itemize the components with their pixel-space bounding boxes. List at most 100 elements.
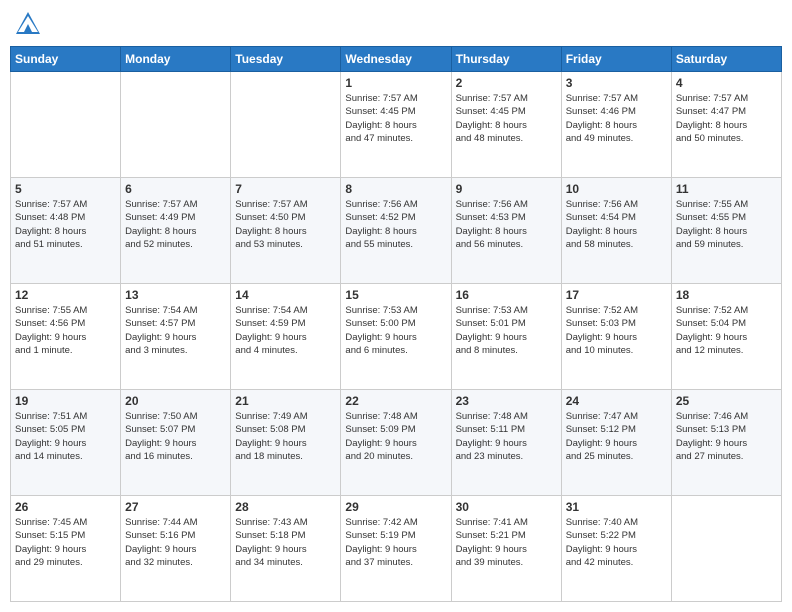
calendar-cell: 10 Sunrise: 7:56 AM Sunset: 4:54 PM Dayli… xyxy=(561,178,671,284)
logo-icon xyxy=(14,10,42,38)
day-info: Sunrise: 7:42 AM Sunset: 5:19 PM Dayligh… xyxy=(345,516,446,569)
calendar-cell: 19Sunrise: 7:51 AM Sunset: 5:05 PM Dayli… xyxy=(11,390,121,496)
calendar-week-row: 12 Sunrise: 7:55 AM Sunset: 4:56 PM Dayli… xyxy=(11,284,782,390)
day-info: Sunrise: 7:40 AM Sunset: 5:22 PM Dayligh… xyxy=(566,516,667,569)
calendar-cell xyxy=(671,496,781,602)
calendar-cell: 9Sunrise: 7:56 AM Sunset: 4:53 PM Daylig… xyxy=(451,178,561,284)
calendar-cell: 15 Sunrise: 7:53 AM Sunset: 5:00 PM Dayli… xyxy=(341,284,451,390)
header xyxy=(10,10,782,38)
day-number: 20 xyxy=(125,394,226,408)
day-info: Sunrise: 7:56 AM Sunset: 4:53 PM Dayligh… xyxy=(456,198,557,251)
day-number: 25 xyxy=(676,394,777,408)
day-info: Sunrise: 7:57 AM Sunset: 4:45 PM Dayligh… xyxy=(345,92,446,145)
calendar-week-row: 26 Sunrise: 7:45 AM Sunset: 5:15 PM Dayli… xyxy=(11,496,782,602)
day-info: Sunrise: 7:56 AM Sunset: 4:54 PM Dayligh… xyxy=(566,198,667,251)
day-number: 17 xyxy=(566,288,667,302)
calendar-cell: 16 Sunrise: 7:53 AM Sunset: 5:01 PM Dayli… xyxy=(451,284,561,390)
day-info: Sunrise: 7:44 AM Sunset: 5:16 PM Dayligh… xyxy=(125,516,226,569)
day-info: Sunrise: 7:46 AM Sunset: 5:13 PM Dayligh… xyxy=(676,410,777,463)
day-info: Sunrise: 7:48 AM Sunset: 5:11 PM Dayligh… xyxy=(456,410,557,463)
calendar-cell: 20 Sunrise: 7:50 AM Sunset: 5:07 PM Dayli… xyxy=(121,390,231,496)
day-info: Sunrise: 7:48 AM Sunset: 5:09 PM Dayligh… xyxy=(345,410,446,463)
day-number: 6 xyxy=(125,182,226,196)
day-info: Sunrise: 7:45 AM Sunset: 5:15 PM Dayligh… xyxy=(15,516,116,569)
day-info: Sunrise: 7:57 AM Sunset: 4:49 PM Dayligh… xyxy=(125,198,226,251)
calendar-cell: 13 Sunrise: 7:54 AM Sunset: 4:57 PM Dayli… xyxy=(121,284,231,390)
day-number: 26 xyxy=(15,500,116,514)
day-number: 22 xyxy=(345,394,446,408)
day-number: 10 xyxy=(566,182,667,196)
day-number: 5 xyxy=(15,182,116,196)
day-number: 1 xyxy=(345,76,446,90)
calendar-week-row: 1 Sunrise: 7:57 AM Sunset: 4:45 PM Daylig… xyxy=(11,72,782,178)
calendar-cell: 30 Sunrise: 7:41 AM Sunset: 5:21 PM Dayli… xyxy=(451,496,561,602)
calendar-cell: 22 Sunrise: 7:48 AM Sunset: 5:09 PM Dayli… xyxy=(341,390,451,496)
day-number: 23 xyxy=(456,394,557,408)
logo xyxy=(14,10,46,38)
calendar-cell: 27 Sunrise: 7:44 AM Sunset: 5:16 PM Dayli… xyxy=(121,496,231,602)
day-info: Sunrise: 7:54 AM Sunset: 4:59 PM Dayligh… xyxy=(235,304,336,357)
calendar-cell: 25 Sunrise: 7:46 AM Sunset: 5:13 PM Dayli… xyxy=(671,390,781,496)
day-number: 7 xyxy=(235,182,336,196)
weekday-header: Sunday xyxy=(11,47,121,72)
day-number: 24 xyxy=(566,394,667,408)
day-info: Sunrise: 7:56 AM Sunset: 4:52 PM Dayligh… xyxy=(345,198,446,251)
calendar-cell: 24 Sunrise: 7:47 AM Sunset: 5:12 PM Dayli… xyxy=(561,390,671,496)
calendar-cell: 18Sunrise: 7:52 AM Sunset: 5:04 PM Dayli… xyxy=(671,284,781,390)
calendar-cell: 3Sunrise: 7:57 AM Sunset: 4:46 PM Daylig… xyxy=(561,72,671,178)
calendar-week-row: 5Sunrise: 7:57 AM Sunset: 4:48 PM Daylig… xyxy=(11,178,782,284)
calendar-cell: 5Sunrise: 7:57 AM Sunset: 4:48 PM Daylig… xyxy=(11,178,121,284)
calendar-cell: 17 Sunrise: 7:52 AM Sunset: 5:03 PM Dayli… xyxy=(561,284,671,390)
weekday-header: Friday xyxy=(561,47,671,72)
calendar-cell: 6 Sunrise: 7:57 AM Sunset: 4:49 PM Daylig… xyxy=(121,178,231,284)
day-info: Sunrise: 7:51 AM Sunset: 5:05 PM Dayligh… xyxy=(15,410,116,463)
day-info: Sunrise: 7:53 AM Sunset: 5:01 PM Dayligh… xyxy=(456,304,557,357)
calendar: SundayMondayTuesdayWednesdayThursdayFrid… xyxy=(10,46,782,602)
day-number: 3 xyxy=(566,76,667,90)
calendar-cell: 26 Sunrise: 7:45 AM Sunset: 5:15 PM Dayli… xyxy=(11,496,121,602)
day-number: 15 xyxy=(345,288,446,302)
day-info: Sunrise: 7:54 AM Sunset: 4:57 PM Dayligh… xyxy=(125,304,226,357)
calendar-cell: 31 Sunrise: 7:40 AM Sunset: 5:22 PM Dayli… xyxy=(561,496,671,602)
day-number: 27 xyxy=(125,500,226,514)
calendar-cell: 1 Sunrise: 7:57 AM Sunset: 4:45 PM Daylig… xyxy=(341,72,451,178)
day-number: 11 xyxy=(676,182,777,196)
weekday-header: Saturday xyxy=(671,47,781,72)
weekday-header: Wednesday xyxy=(341,47,451,72)
calendar-cell: 12 Sunrise: 7:55 AM Sunset: 4:56 PM Dayli… xyxy=(11,284,121,390)
day-number: 31 xyxy=(566,500,667,514)
day-info: Sunrise: 7:57 AM Sunset: 4:50 PM Dayligh… xyxy=(235,198,336,251)
day-number: 14 xyxy=(235,288,336,302)
calendar-cell: 11 Sunrise: 7:55 AM Sunset: 4:55 PM Dayli… xyxy=(671,178,781,284)
day-info: Sunrise: 7:52 AM Sunset: 5:03 PM Dayligh… xyxy=(566,304,667,357)
day-info: Sunrise: 7:41 AM Sunset: 5:21 PM Dayligh… xyxy=(456,516,557,569)
calendar-cell: 2Sunrise: 7:57 AM Sunset: 4:45 PM Daylig… xyxy=(451,72,561,178)
day-number: 2 xyxy=(456,76,557,90)
day-info: Sunrise: 7:55 AM Sunset: 4:55 PM Dayligh… xyxy=(676,198,777,251)
day-info: Sunrise: 7:49 AM Sunset: 5:08 PM Dayligh… xyxy=(235,410,336,463)
calendar-cell: 14 Sunrise: 7:54 AM Sunset: 4:59 PM Dayli… xyxy=(231,284,341,390)
calendar-cell xyxy=(121,72,231,178)
day-number: 8 xyxy=(345,182,446,196)
calendar-cell: 21Sunrise: 7:49 AM Sunset: 5:08 PM Dayli… xyxy=(231,390,341,496)
day-number: 4 xyxy=(676,76,777,90)
calendar-cell xyxy=(231,72,341,178)
day-number: 30 xyxy=(456,500,557,514)
weekday-header: Tuesday xyxy=(231,47,341,72)
day-number: 16 xyxy=(456,288,557,302)
calendar-cell: 7 Sunrise: 7:57 AM Sunset: 4:50 PM Daylig… xyxy=(231,178,341,284)
day-info: Sunrise: 7:50 AM Sunset: 5:07 PM Dayligh… xyxy=(125,410,226,463)
calendar-cell: 23 Sunrise: 7:48 AM Sunset: 5:11 PM Dayli… xyxy=(451,390,561,496)
day-number: 18 xyxy=(676,288,777,302)
weekday-header: Monday xyxy=(121,47,231,72)
day-number: 13 xyxy=(125,288,226,302)
day-number: 12 xyxy=(15,288,116,302)
day-info: Sunrise: 7:55 AM Sunset: 4:56 PM Dayligh… xyxy=(15,304,116,357)
day-info: Sunrise: 7:57 AM Sunset: 4:47 PM Dayligh… xyxy=(676,92,777,145)
day-info: Sunrise: 7:53 AM Sunset: 5:00 PM Dayligh… xyxy=(345,304,446,357)
day-info: Sunrise: 7:47 AM Sunset: 5:12 PM Dayligh… xyxy=(566,410,667,463)
calendar-cell: 29Sunrise: 7:42 AM Sunset: 5:19 PM Dayli… xyxy=(341,496,451,602)
day-number: 28 xyxy=(235,500,336,514)
calendar-cell: 4 Sunrise: 7:57 AM Sunset: 4:47 PM Daylig… xyxy=(671,72,781,178)
calendar-cell: 8 Sunrise: 7:56 AM Sunset: 4:52 PM Daylig… xyxy=(341,178,451,284)
